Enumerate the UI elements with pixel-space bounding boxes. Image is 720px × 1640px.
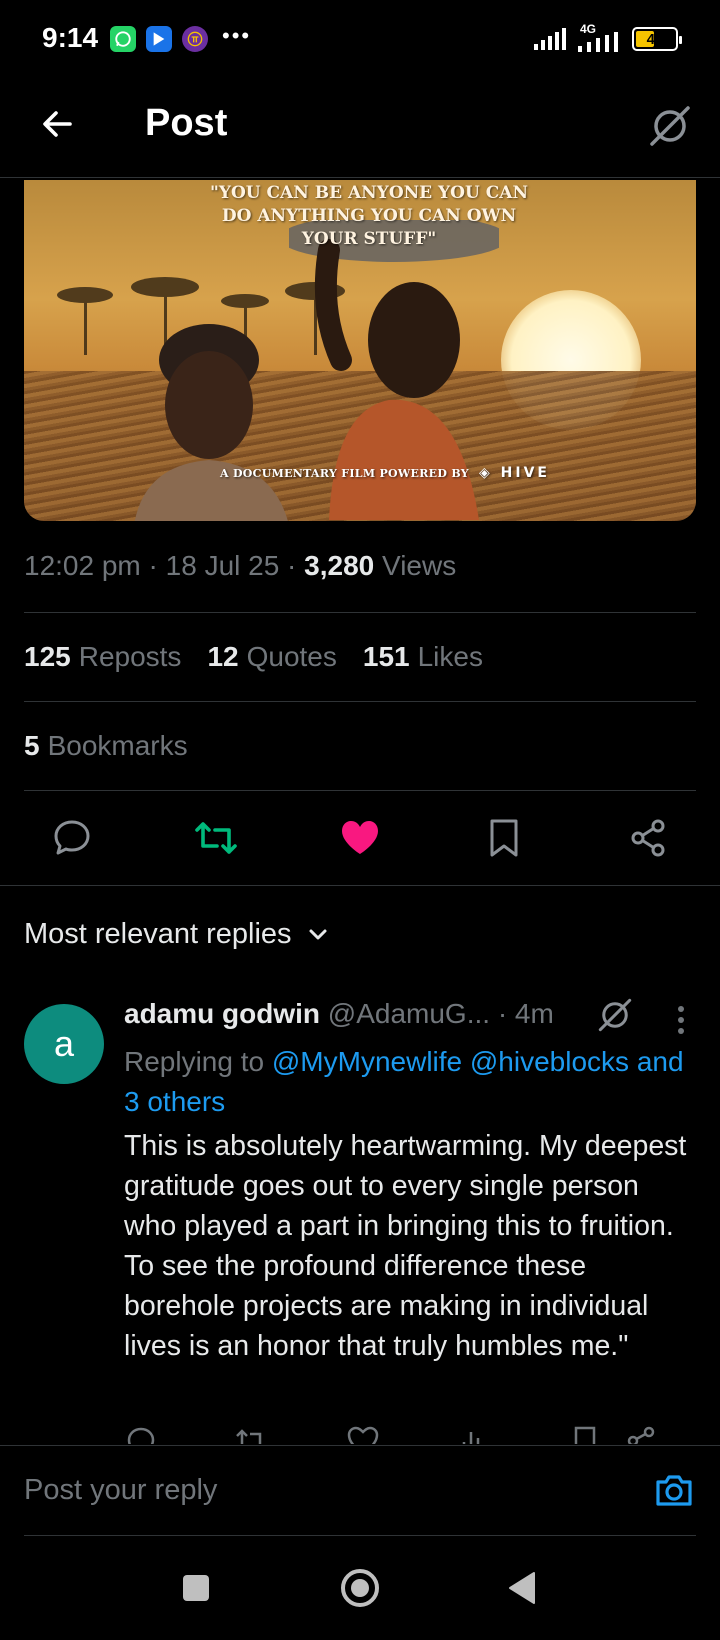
pi-network-icon [182,26,208,52]
reply-input[interactable]: Post your reply [24,1474,217,1507]
like-button[interactable] [336,814,384,862]
views-icon[interactable] [456,1424,490,1444]
signal-4g-icon: 4G [578,22,622,52]
bookmark-icon [490,819,518,857]
repost-icon[interactable] [234,1424,268,1444]
reply-body: This is absolutely heartwarming. My deep… [124,1130,687,1362]
reposts-count: 125 [24,641,71,672]
more-dot-icon [678,1006,684,1012]
triangle-back-icon [509,1572,535,1604]
media-credit: A DOCUMENTARY FILM POWERED BY ◈ HIVE [220,465,550,481]
quotes-label: Quotes [246,641,337,672]
back-button[interactable] [36,102,80,146]
arrow-left-icon [43,111,72,137]
repost-button[interactable] [192,814,240,862]
recents-button[interactable] [174,1566,218,1610]
share-icon[interactable] [624,1424,658,1444]
back-nav-button[interactable] [500,1566,544,1610]
bookmarks-stats: 5 Bookmarks [24,730,188,762]
post-image[interactable]: "YOU CAN BE ANYONE YOU CAN DO ANYTHING Y… [24,180,696,521]
post-action-bar [0,790,720,886]
avatar[interactable]: a [24,1004,104,1084]
bookmarks-count: 5 [24,730,40,761]
circle-icon [341,1569,379,1607]
media-brand: ◈ HIVE [479,465,550,481]
more-options-button[interactable] [666,1002,696,1038]
grok-icon [598,998,632,1032]
avatar-letter: a [53,1023,75,1064]
girl-figure [134,324,288,521]
playstore-icon [146,26,172,52]
battery-icon: 43 [632,27,682,51]
reply-author-handle[interactable]: @AdamuG... [328,998,490,1029]
repost-icon [195,822,237,854]
reply-composer: Post your reply [0,1445,720,1536]
reply-author-name[interactable]: adamu godwin [124,998,320,1029]
share-icon [631,819,665,857]
top-bar: Post [0,78,720,178]
reply-header: adamu godwin @AdamuG... · 4m [124,998,554,1030]
camera-button[interactable] [652,1468,696,1512]
bookmarks-stat[interactable]: 5 Bookmarks [24,730,188,762]
divider [24,701,696,702]
battery-level: 43 [646,30,664,48]
views-label: Views [382,550,457,581]
signal-icon [534,28,566,50]
media-credit-text: A DOCUMENTARY FILM POWERED BY [220,467,469,480]
camera-icon [656,1475,692,1506]
chevron-down-icon [309,929,327,939]
status-time: 9:14 [42,22,99,53]
reply-action-bar [124,1424,696,1444]
reply-icon[interactable] [124,1424,158,1444]
views-count: 3,280 [304,550,375,581]
media-quote: "YOU CAN BE ANYONE YOU CAN DO ANYTHING Y… [209,183,528,249]
status-right: 4G 43 [534,22,682,52]
replies-sort-label: Most relevant replies [24,918,292,950]
quotes-count: 12 [207,641,239,672]
replying-to: Replying to @MyMynewlife @hiveblocks and… [124,1042,694,1122]
reply-time: · 4m [497,998,554,1029]
status-bar: 9:14 ••• 4G 43 [0,0,720,78]
home-button[interactable] [338,1566,382,1610]
grok-button[interactable] [648,104,692,148]
replies-sort-dropdown[interactable]: Most relevant replies [24,918,330,951]
system-nav-bar [0,1536,720,1640]
heart-filled-icon [342,821,378,854]
more-dot-icon [678,1028,684,1034]
media-brand-text: HIVE [500,465,550,481]
reply-grok-button[interactable] [596,996,634,1034]
likes-stat[interactable]: 151 Likes [363,641,483,673]
grok-icon [650,106,690,146]
reposts-stat[interactable]: 125 Reposts [24,641,181,673]
whatsapp-icon [110,26,136,52]
post-time: 12:02 pm [24,550,141,581]
heart-icon[interactable] [346,1424,380,1444]
likes-count: 151 [362,641,410,672]
engagement-stats: 125 Reposts 12 Quotes 151 Likes [24,641,483,673]
bookmarks-label: Bookmarks [47,730,188,761]
post-date: 18 Jul 25 [165,550,280,581]
reposts-label: Reposts [78,641,182,672]
bookmark-icon[interactable] [568,1424,602,1444]
more-dot-icon [678,1017,684,1023]
reply-button[interactable] [48,814,96,862]
divider [24,612,696,613]
bookmark-button[interactable] [480,814,528,862]
notification-icons: ••• [110,23,252,52]
likes-label: Likes [417,641,483,672]
share-button[interactable] [624,814,672,862]
reply-icon [54,820,90,855]
more-notifications-icon: ••• [222,23,252,48]
post-timestamp: 12:02 pm · 18 Jul 25 · 3,280 Views [24,550,457,581]
quotes-stat[interactable]: 12 Quotes [207,641,336,673]
page-title: Post [145,102,228,144]
square-icon [183,1575,209,1601]
replying-prefix: Replying to [124,1046,265,1077]
